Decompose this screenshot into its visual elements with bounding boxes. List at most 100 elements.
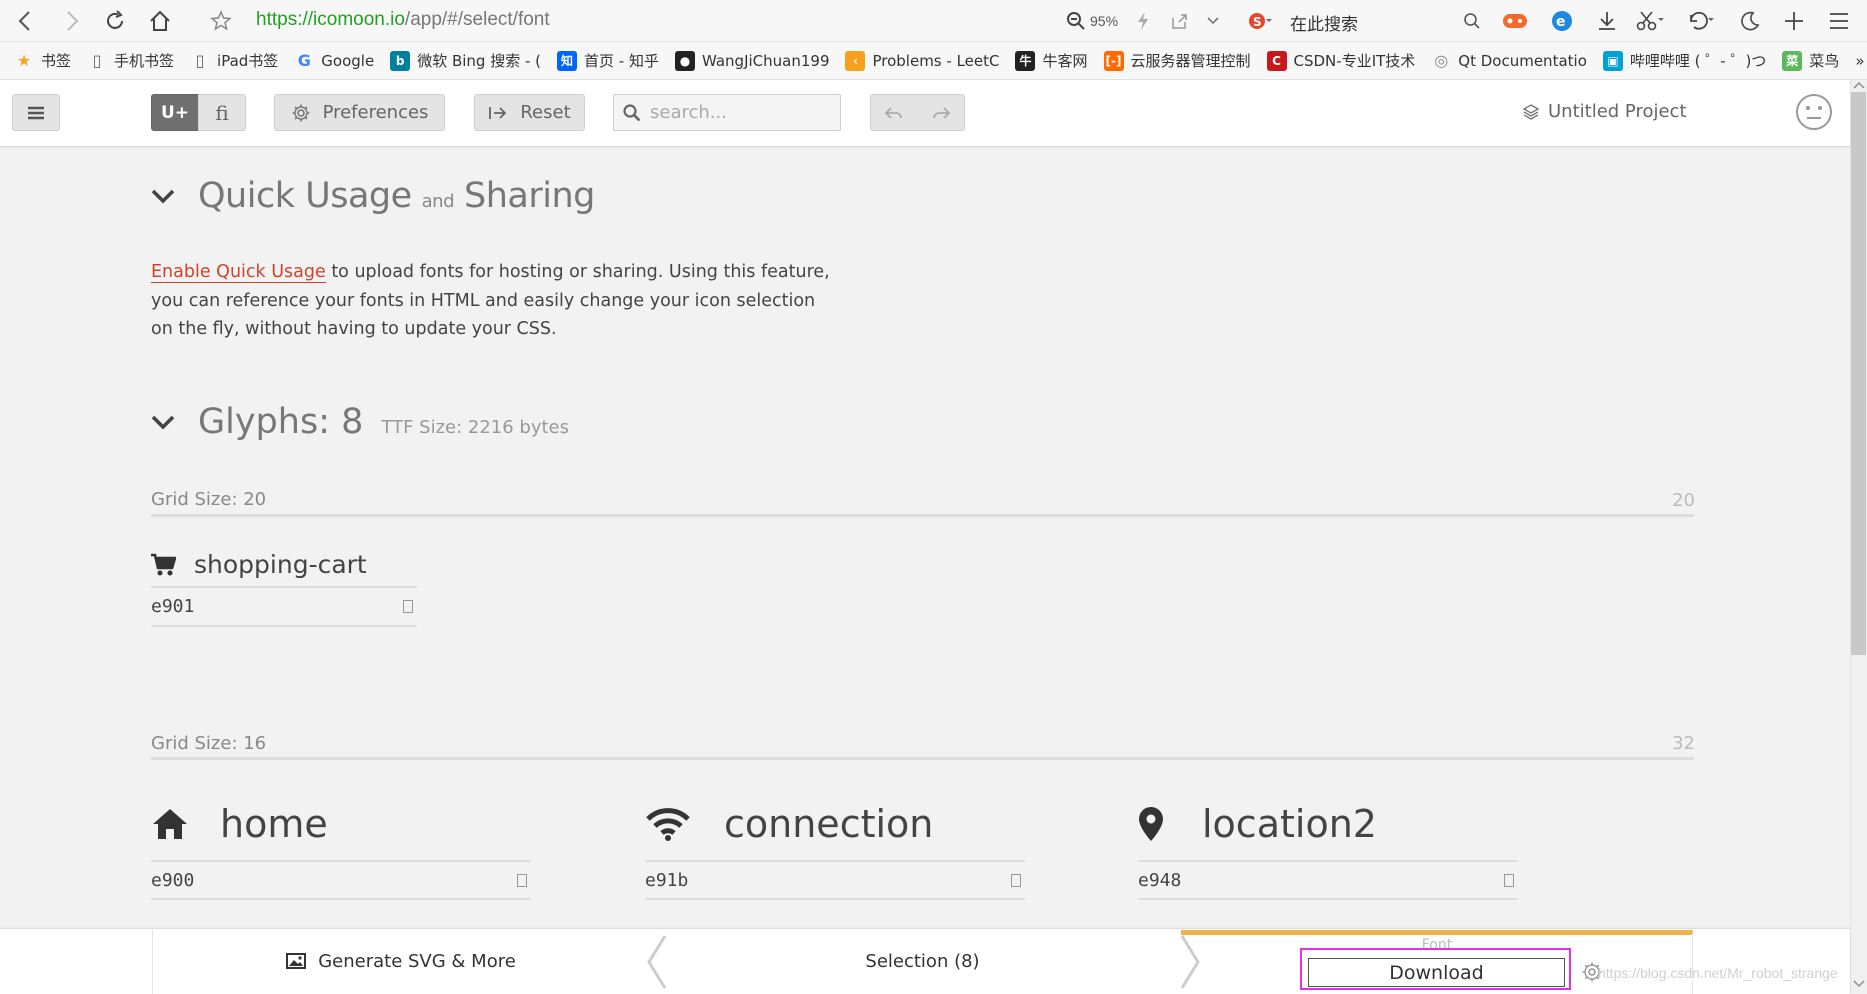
chevron-left-separator-icon bbox=[645, 934, 667, 990]
glyph-name-row[interactable]: shopping-cart bbox=[150, 550, 367, 579]
share-button[interactable] bbox=[1164, 6, 1194, 36]
runoob-icon: 菜 bbox=[1782, 50, 1803, 71]
glyph-search-input[interactable] bbox=[650, 95, 836, 130]
back-button[interactable] bbox=[10, 6, 40, 36]
browser-menu-button[interactable] bbox=[1824, 6, 1854, 36]
glyphs-heading[interactable]: Glyphs: 8 TTF Size: 2216 bytes bbox=[150, 402, 569, 442]
bookmark-item[interactable]: ★ 书签 bbox=[14, 42, 71, 80]
nowcoder-icon: 牛 bbox=[1015, 50, 1036, 71]
svg-text:S: S bbox=[1253, 15, 1262, 29]
globe-icon: ◎ bbox=[1434, 51, 1449, 70]
speed-button[interactable] bbox=[1128, 6, 1158, 36]
bookmark-item[interactable]: ▯ iPad书签 bbox=[190, 42, 279, 80]
url-dropdown-button[interactable] bbox=[1198, 6, 1228, 36]
bookmark-label: 菜鸟 bbox=[1809, 52, 1840, 70]
bookmark-item[interactable]: ▯ 手机书签 bbox=[87, 42, 174, 80]
bookmark-item[interactable]: [-] 云服务器管理控制 bbox=[1103, 42, 1251, 80]
game-button[interactable] bbox=[1500, 6, 1530, 36]
glyph-name-row[interactable]: connection bbox=[645, 802, 933, 846]
unicode-toggle-button[interactable]: U+ bbox=[151, 94, 199, 131]
glyph-code-field[interactable]: e948 bbox=[1138, 860, 1518, 900]
grid-size-number[interactable]: 32 bbox=[1655, 733, 1695, 754]
ligature-toggle-button[interactable]: ﬁ bbox=[198, 94, 246, 131]
bookmark-item[interactable]: b 微软 Bing 搜索 - ( bbox=[390, 42, 541, 80]
bookmark-item[interactable]: ‹ Problems - LeetC bbox=[845, 42, 999, 80]
zoom-button[interactable] bbox=[1061, 6, 1091, 36]
enable-quick-usage-link[interactable]: Enable Quick Usage bbox=[151, 262, 326, 283]
bookmark-item[interactable]: 牛牛客网 bbox=[1015, 42, 1088, 80]
glyph-search-box[interactable] bbox=[613, 94, 841, 131]
project-name-label: Untitled Project bbox=[1548, 101, 1687, 122]
bookmark-item[interactable]: ▣ 哔哩哔哩 ( ゜- ゜)つ bbox=[1602, 42, 1766, 80]
home-button[interactable] bbox=[145, 6, 175, 36]
browser-ext-button[interactable]: e bbox=[1547, 6, 1577, 36]
chevron-down-icon bbox=[150, 414, 176, 430]
undo-button[interactable] bbox=[871, 95, 918, 130]
bookmark-label: iPad书签 bbox=[217, 52, 279, 70]
grid-size-label: Grid Size: 20 bbox=[151, 489, 267, 510]
scrollbar-thumb[interactable] bbox=[1851, 92, 1866, 655]
plus-icon bbox=[1785, 12, 1803, 30]
glyph-code-field[interactable]: e901 bbox=[151, 586, 417, 627]
scroll-up-arrow-icon[interactable] bbox=[1853, 81, 1865, 89]
main-menu-button[interactable] bbox=[12, 94, 60, 131]
glyph-code-field[interactable]: e900 bbox=[151, 860, 531, 900]
undo-close-button[interactable] bbox=[1686, 6, 1716, 36]
screenshot-button[interactable] bbox=[1636, 6, 1666, 36]
glyph-name-row[interactable]: location2 bbox=[1138, 802, 1377, 846]
preferences-button[interactable]: Preferences bbox=[274, 94, 445, 131]
grid-size-number[interactable]: 20 bbox=[1655, 490, 1695, 511]
location-icon bbox=[1138, 806, 1164, 842]
bookmark-item[interactable]: G Google bbox=[294, 42, 374, 80]
undo-arrow-icon bbox=[1690, 11, 1714, 30]
hamburger-icon bbox=[28, 106, 44, 119]
bookmark-star-button[interactable] bbox=[206, 6, 236, 36]
csdn-watermark: https://blog.csdn.net/Mr_robot_strange bbox=[1598, 965, 1838, 981]
glyph-code: e900 bbox=[151, 869, 195, 891]
phone-icon: ▯ bbox=[92, 51, 102, 70]
quick-usage-description: Enable Quick Usage to upload fonts for h… bbox=[151, 258, 831, 344]
glyph-preview-box bbox=[403, 600, 413, 613]
glyph-code: e91b bbox=[645, 869, 689, 891]
night-mode-button[interactable] bbox=[1735, 6, 1765, 36]
browser-search-button[interactable] bbox=[1457, 6, 1487, 36]
bookmark-label: Google bbox=[321, 51, 375, 70]
reload-icon bbox=[107, 10, 123, 29]
bookmark-label: 首页 - 知乎 bbox=[584, 52, 659, 70]
search-engine-button[interactable]: S bbox=[1245, 6, 1275, 36]
bookmark-item[interactable]: 菜菜鸟 bbox=[1782, 42, 1839, 80]
url-field[interactable]: https://icomoon.io/app/#/select/font bbox=[256, 9, 550, 31]
bookmark-item[interactable]: ◎ Qt Documentatio bbox=[1431, 42, 1587, 80]
download-icon bbox=[1599, 12, 1615, 30]
forward-button[interactable] bbox=[57, 6, 87, 36]
bing-icon: b bbox=[390, 50, 411, 71]
back-icon bbox=[18, 11, 30, 31]
share-icon bbox=[1172, 14, 1187, 29]
download-button[interactable]: Download bbox=[1308, 958, 1565, 987]
glyphs-count-title: Glyphs: 8 bbox=[198, 402, 364, 442]
google-icon: G bbox=[297, 51, 311, 70]
glyph-name-row[interactable]: home bbox=[151, 802, 328, 846]
project-name-button[interactable]: Untitled Project bbox=[1522, 101, 1687, 122]
downloads-button[interactable] bbox=[1592, 6, 1622, 36]
browser-home-icon bbox=[150, 10, 170, 31]
glyph-name: connection bbox=[724, 802, 934, 846]
undo-redo-group bbox=[870, 94, 965, 131]
bookmark-item[interactable]: C CSDN-专业IT技术 bbox=[1266, 42, 1415, 80]
generate-svg-button[interactable]: Generate SVG & More bbox=[152, 928, 649, 994]
new-tab-button[interactable] bbox=[1779, 6, 1809, 36]
bookmarks-overflow-icon[interactable]: » bbox=[1855, 42, 1864, 80]
bookmark-item[interactable]: 知首页 - 知乎 bbox=[557, 42, 659, 80]
quick-usage-heading[interactable]: Quick Usage and Sharing bbox=[150, 176, 595, 216]
layers-icon bbox=[1522, 103, 1540, 121]
selection-button[interactable]: Selection (8) bbox=[670, 928, 1175, 994]
reload-button[interactable] bbox=[100, 6, 130, 36]
redo-button[interactable] bbox=[918, 95, 965, 130]
user-avatar-button[interactable] bbox=[1795, 93, 1833, 131]
glyph-code-field[interactable]: e91b bbox=[645, 860, 1025, 900]
bookmark-item[interactable]: ● WangJiChuan199 bbox=[674, 42, 829, 80]
reset-button[interactable]: Reset bbox=[474, 94, 585, 131]
scroll-down-arrow-icon[interactable] bbox=[1853, 980, 1865, 988]
grid-divider bbox=[151, 514, 1694, 517]
browser-search-field[interactable]: 在此搜索 bbox=[1290, 10, 1358, 35]
